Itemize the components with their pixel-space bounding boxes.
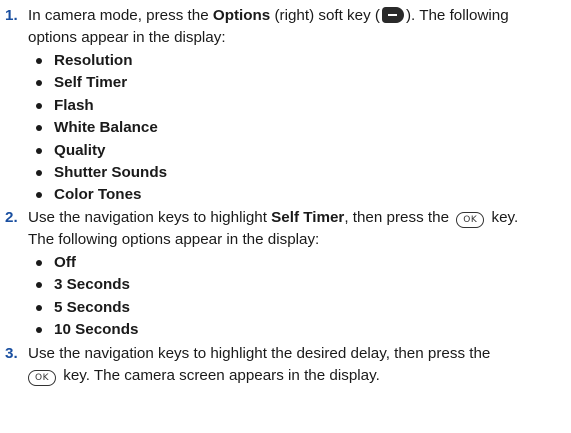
list-item-label: Off [54,254,76,271]
right-soft-key-icon [381,7,404,23]
bullet-list-self-timer: Off 3 Seconds 5 Seconds 10 Seconds [0,252,571,342]
step-line: Use the navigation keys to highlight Sel… [28,207,567,229]
list-item: 3 Seconds [0,274,571,296]
step-line: options appear in the display: [28,29,226,47]
step-text-part: ). The following [405,7,509,24]
list-item: Off [0,252,571,274]
step-line: OK key. The camera screen appears in the… [28,365,567,387]
bullet-list-options: Resolution Self Timer Flash White Balanc… [0,50,571,207]
step-line: Use the navigation keys to highlight the… [28,345,491,362]
step-text-part: (right) soft key ( [270,7,380,24]
self-timer-term: Self Timer [271,209,345,226]
bullet-icon [36,327,42,334]
list-item: White Balance [0,117,571,139]
list-item-label: 3 Seconds [54,276,130,294]
bullet-icon [36,282,42,289]
list-item: Flash [0,95,571,117]
step-number: 3. [5,345,18,362]
list-item: Color Tones [0,184,571,206]
step-number: 1. [5,7,18,24]
list-item: 5 Seconds [0,297,571,319]
list-item: Quality [0,140,571,162]
options-term: Options [212,7,271,24]
step-text-part: , then press the [344,209,454,226]
instruction-page: 1. In camera mode, press the Options (ri… [0,0,571,433]
bullet-icon [36,147,42,154]
list-item-label: Flash [54,96,94,114]
step-text-part: Use the navigation keys to highlight [28,209,272,226]
list-item: Resolution [0,50,571,72]
bullet-icon [36,304,42,311]
list-item: Self Timer [0,72,571,94]
step-text-part: key. The camera screen appears in the di… [59,367,380,385]
bullet-icon [36,58,42,64]
list-item-label: Resolution [54,52,133,69]
step-line: The following options appear in the disp… [28,231,320,249]
step-number: 2. [5,209,18,226]
list-item-label: 5 Seconds [54,298,130,316]
step-text: In camera mode, press the Options (right… [28,5,567,50]
list-item-label: Self Timer [54,74,128,92]
list-item-label: Quality [54,141,106,159]
list-item-label: Shutter Sounds [54,163,168,181]
list-item-label: 10 Seconds [54,321,139,339]
step-text: Use the navigation keys to highlight the… [28,343,567,388]
list-item-label: White Balance [54,119,158,137]
list-item: Shutter Sounds [0,162,571,184]
ok-key-icon: OK [28,370,56,387]
step-text-part: key. [487,209,519,226]
bullet-icon [36,192,42,199]
bullet-icon [36,80,42,87]
step-text: Use the navigation keys to highlight Sel… [28,207,567,252]
step-line: In camera mode, press the Options (right… [28,5,567,27]
list-item-label: Color Tones [54,186,142,204]
bullet-icon [36,102,42,109]
bullet-icon [36,260,42,266]
ok-key-icon: OK [456,212,485,228]
step-text-part: In camera mode, press the [28,7,213,24]
bullet-icon [36,125,42,132]
bullet-icon [36,169,42,176]
list-item: 10 Seconds [0,319,571,341]
